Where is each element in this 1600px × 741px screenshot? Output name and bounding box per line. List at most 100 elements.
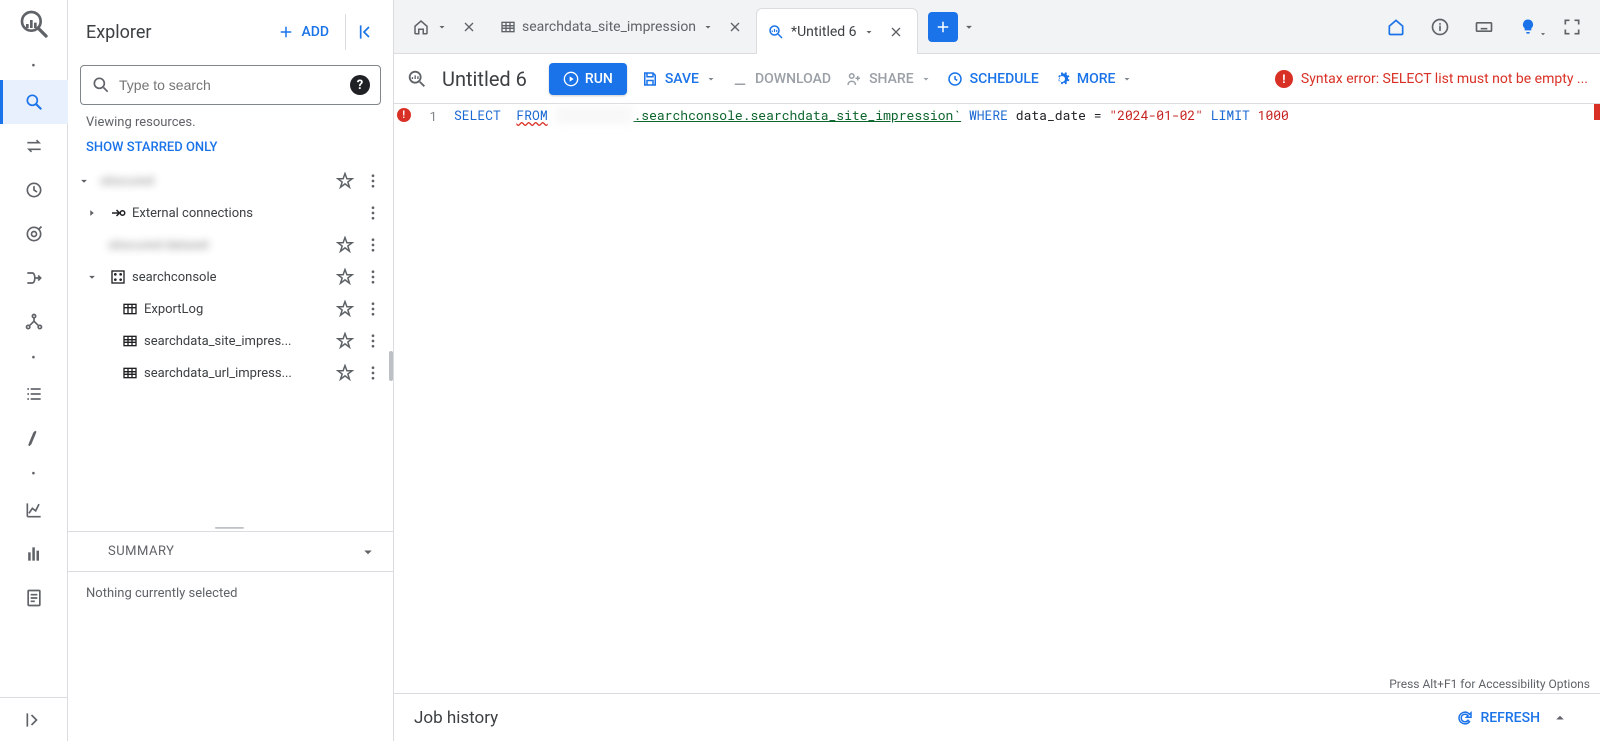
caret-down-icon[interactable] bbox=[80, 270, 104, 284]
download-button[interactable]: DOWNLOAD bbox=[731, 70, 831, 88]
line-number: 1 bbox=[414, 106, 445, 693]
main-area: searchdata_site_impression *Untitled 6 bbox=[394, 0, 1600, 741]
rail-separator-dot: • bbox=[31, 344, 35, 372]
rail-item-document[interactable] bbox=[0, 576, 68, 620]
dataset-icon bbox=[108, 269, 128, 285]
share-button[interactable]: SHARE bbox=[845, 70, 932, 88]
code-line[interactable]: SELECT FROM .searchconsole.searchdata_si… bbox=[446, 104, 1600, 693]
rail-item-target[interactable] bbox=[0, 212, 68, 256]
summary-header[interactable]: SUMMARY bbox=[68, 531, 393, 571]
fullscreen-icon[interactable] bbox=[1558, 13, 1586, 41]
chevron-down-icon bbox=[359, 543, 377, 561]
rail-item-graph[interactable] bbox=[0, 300, 68, 344]
query-title: Untitled 6 bbox=[442, 67, 527, 91]
more-icon[interactable] bbox=[361, 364, 385, 382]
more-icon[interactable] bbox=[361, 268, 385, 286]
info-icon[interactable] bbox=[1426, 13, 1454, 41]
more-icon[interactable] bbox=[361, 204, 385, 222]
table-icon bbox=[500, 19, 516, 35]
save-button[interactable]: SAVE bbox=[641, 70, 717, 88]
new-tab-dropdown[interactable] bbox=[962, 0, 976, 53]
rail-expand-button[interactable] bbox=[0, 697, 68, 741]
star-icon[interactable] bbox=[333, 268, 357, 286]
rail-separator-dot: • bbox=[31, 460, 35, 488]
collapse-explorer-button[interactable] bbox=[345, 14, 381, 50]
expand-job-history[interactable] bbox=[1540, 709, 1580, 727]
add-button[interactable]: ADD bbox=[269, 19, 337, 45]
table-icon bbox=[120, 333, 140, 349]
url-impression-label: searchdata_url_impress... bbox=[144, 366, 329, 381]
search-box[interactable]: ? bbox=[80, 65, 381, 105]
tree-row-url-impression[interactable]: searchdata_url_impress... bbox=[72, 357, 389, 389]
refresh-label: REFRESH bbox=[1480, 710, 1540, 726]
drag-handle[interactable]: ⸺ bbox=[68, 521, 393, 531]
explorer-panel: Explorer ADD ? Viewing resources. SHOW S… bbox=[68, 0, 394, 741]
new-tab-button[interactable] bbox=[928, 12, 958, 42]
chevron-down-icon[interactable] bbox=[702, 21, 718, 33]
star-icon[interactable] bbox=[333, 364, 357, 382]
star-icon[interactable] bbox=[333, 172, 357, 190]
run-button[interactable]: RUN bbox=[549, 63, 627, 95]
help-icon[interactable]: ? bbox=[350, 75, 370, 95]
rail-item-settings[interactable] bbox=[0, 416, 68, 460]
rail-item-explorer[interactable] bbox=[0, 80, 68, 124]
chevron-down-icon[interactable] bbox=[436, 21, 452, 33]
rail-item-transfers[interactable] bbox=[0, 124, 68, 168]
external-label: External connections bbox=[132, 206, 357, 221]
schedule-icon bbox=[946, 70, 964, 88]
searchconsole-label: searchconsole bbox=[132, 270, 329, 285]
refresh-icon bbox=[1456, 709, 1474, 727]
tree-row-dataset0[interactable]: obscured-dataset bbox=[72, 229, 389, 261]
rail-item-history[interactable] bbox=[0, 168, 68, 212]
caret-down-icon[interactable] bbox=[72, 174, 96, 188]
tab-home[interactable] bbox=[402, 0, 490, 53]
show-starred-only-link[interactable]: SHOW STARRED ONLY bbox=[68, 134, 393, 165]
query-toolbar: Untitled 6 RUN SAVE DOWNLOAD SHARE bbox=[394, 54, 1600, 104]
more-icon[interactable] bbox=[361, 172, 385, 190]
query-icon bbox=[406, 68, 428, 90]
tab-untitled6[interactable]: *Untitled 6 bbox=[756, 8, 917, 54]
query-icon bbox=[767, 23, 785, 41]
star-icon[interactable] bbox=[333, 236, 357, 254]
search-input[interactable] bbox=[119, 77, 342, 93]
accessibility-hint: Press Alt+F1 for Accessibility Options bbox=[1389, 677, 1590, 691]
star-icon[interactable] bbox=[333, 332, 357, 350]
close-icon[interactable] bbox=[885, 21, 907, 43]
more-icon[interactable] bbox=[361, 332, 385, 350]
close-icon[interactable] bbox=[724, 16, 746, 38]
rail-item-chart[interactable] bbox=[0, 488, 68, 532]
caret-right-icon[interactable] bbox=[80, 206, 104, 220]
rail-item-list[interactable] bbox=[0, 372, 68, 416]
schedule-button[interactable]: SCHEDULE bbox=[946, 70, 1039, 88]
connection-icon bbox=[108, 204, 128, 222]
rail-item-merge[interactable] bbox=[0, 256, 68, 300]
share-label: SHARE bbox=[869, 71, 914, 87]
scrollbar-thumb[interactable] bbox=[389, 351, 393, 381]
tree-row-searchconsole[interactable]: searchconsole bbox=[72, 261, 389, 293]
more-icon[interactable] bbox=[361, 236, 385, 254]
save-label: SAVE bbox=[665, 71, 699, 87]
more-button[interactable]: MORE bbox=[1053, 70, 1134, 88]
tree-row-external[interactable]: External connections bbox=[72, 197, 389, 229]
tree-row-site-impression[interactable]: searchdata_site_impres... bbox=[72, 325, 389, 357]
summary-body: Nothing currently selected bbox=[68, 571, 393, 741]
rail-item-columns[interactable] bbox=[0, 532, 68, 576]
tree-row-project[interactable]: obscured bbox=[72, 165, 389, 197]
chevron-down-icon[interactable] bbox=[863, 26, 879, 38]
keyboard-icon[interactable] bbox=[1470, 13, 1498, 41]
more-icon[interactable] bbox=[361, 300, 385, 318]
more-label: MORE bbox=[1077, 71, 1116, 87]
close-icon[interactable] bbox=[458, 16, 480, 38]
nav-rail: • • • bbox=[0, 0, 68, 741]
star-icon[interactable] bbox=[333, 300, 357, 318]
minimap-error bbox=[1594, 104, 1600, 120]
lightbulb-icon[interactable] bbox=[1514, 13, 1542, 41]
home-outline-icon[interactable] bbox=[1382, 13, 1410, 41]
project-label: obscured bbox=[100, 174, 329, 189]
tree-row-exportlog[interactable]: ExportLog bbox=[72, 293, 389, 325]
refresh-button[interactable]: REFRESH bbox=[1456, 709, 1540, 727]
download-label: DOWNLOAD bbox=[755, 71, 831, 87]
tab-searchdata[interactable]: searchdata_site_impression bbox=[490, 0, 756, 53]
job-history-title: Job history bbox=[414, 708, 1456, 728]
sql-editor[interactable]: ! 1 SELECT FROM .searchconsole.searchdat… bbox=[394, 104, 1600, 693]
